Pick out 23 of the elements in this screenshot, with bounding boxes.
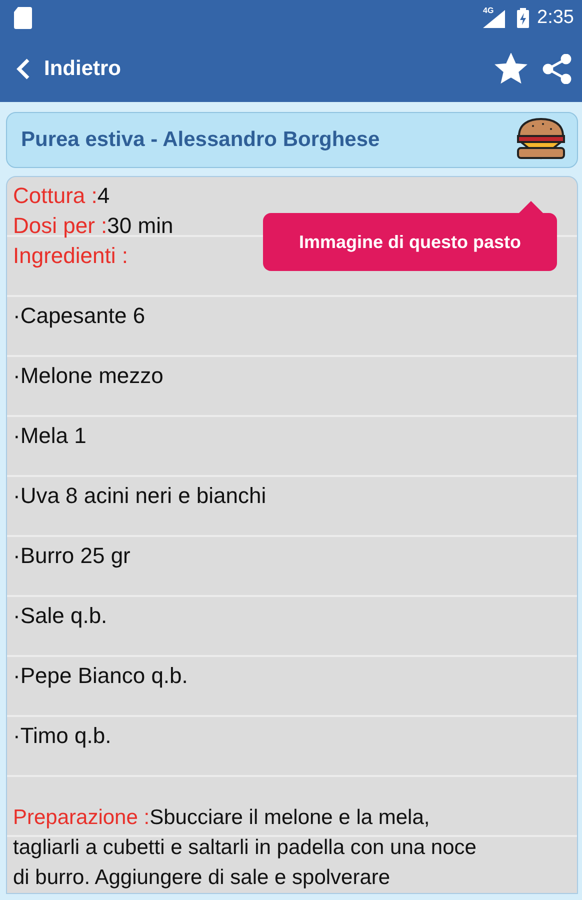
ingredient-item: ·Sale q.b. — [13, 602, 108, 630]
preparation-text: Preparazione :Sbucciare il melone e la mela, tagliarli a cubetti e saltarli in padella con una noce di burro. Aggiungere di sale e spolverare — [13, 805, 478, 891]
ingredient-item: ·Pepe Bianco q.b. — [13, 662, 189, 690]
recipe-detail: Cottura :4 — [13, 182, 110, 210]
ingredient-item: ·Uva 8 acini neri e bianchi — [13, 482, 268, 510]
status-time: 2:35 — [537, 7, 574, 29]
network-type: 4G — [483, 6, 494, 15]
ingredient-item: ·Burro 25 gr — [13, 542, 132, 570]
back-icon — [16, 58, 30, 80]
share-icon[interactable] — [542, 54, 572, 84]
ingredient-item: ·Melone mezzo — [13, 362, 164, 390]
burger-icon — [515, 118, 567, 162]
ingredient-item: ·Timo q.b. — [13, 722, 112, 750]
recipe-title: Purea estiva - Alessandro Borghese — [21, 128, 381, 152]
ingredient-item: ·Capesante 6 — [13, 302, 146, 330]
ingredient-item: ·Mela 1 — [13, 422, 88, 450]
battery-icon — [517, 8, 530, 28]
back-button[interactable]: Indietro — [12, 53, 125, 85]
tooltip-pointer — [519, 201, 543, 213]
recipe-detail: Ingredienti : — [13, 242, 128, 270]
recipe-detail: Dosi per :30 min — [13, 212, 174, 240]
sd-card-icon — [14, 7, 32, 29]
star-icon[interactable] — [494, 53, 528, 85]
